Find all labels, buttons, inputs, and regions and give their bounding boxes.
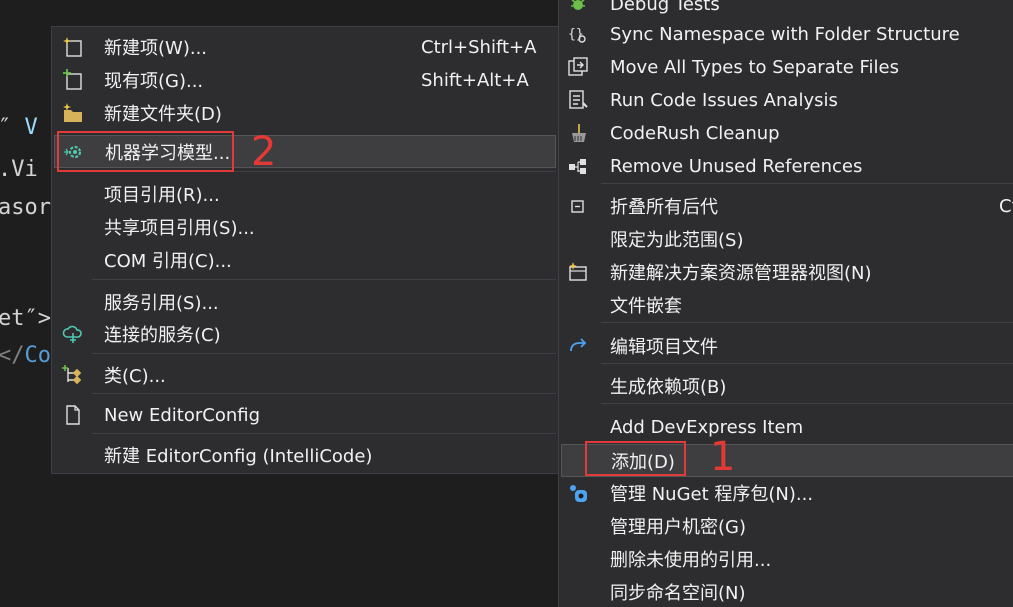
new-folder-icon — [62, 102, 84, 124]
submenu-item-com-reference[interactable]: COM 引用(C)... — [52, 245, 558, 275]
annotation-step-2: 2 — [251, 129, 277, 175]
menu-item-label: 生成依赖项(B) — [610, 377, 727, 398]
submenu-item-label: New EditorConfig — [104, 404, 261, 426]
submenu-item-service-reference[interactable]: 服务引用(S)... — [52, 287, 558, 317]
redo-arrow-icon — [567, 335, 589, 357]
screenshot-stage: ″ V .Vi asorl et″> </Co Debug Tests {} S… — [0, 0, 1013, 607]
menu-item-label: Sync Namespace with Folder Structure — [610, 23, 960, 45]
menu-item-label: 文件嵌套 — [610, 296, 682, 317]
menu-item-label: 编辑项目文件 — [610, 337, 718, 358]
menu-separator — [92, 353, 556, 354]
menu-item-add-devexpress-item[interactable]: Add DevExpress Item — [559, 412, 1013, 442]
menu-item-edit-project-file[interactable]: 编辑项目文件 — [559, 331, 1013, 361]
bug-icon — [567, 0, 589, 15]
menu-item-manage-user-secrets[interactable]: 管理用户机密(G) — [559, 511, 1013, 541]
existing-item-icon — [62, 69, 84, 91]
menu-item-label: 管理 NuGet 程序包(N)... — [610, 484, 814, 505]
submenu-item-label: COM 引用(C)... — [104, 251, 232, 272]
submenu-item-class[interactable]: 类(C)... — [52, 360, 558, 390]
new-item-icon — [62, 36, 84, 58]
menu-item-label: 折叠所有后代 — [610, 197, 718, 218]
menu-item-label: 新建解决方案资源管理器视图(N) — [610, 263, 872, 284]
submenu-item-new-item[interactable]: 新建项(W)... Ctrl+Shift+A — [52, 32, 558, 62]
menu-item-label: 删除未使用的引用... — [610, 550, 772, 571]
annotation-step-1: 1 — [710, 434, 736, 480]
submenu-item-new-editorconfig-intellicode[interactable]: 新建 EditorConfig (IntelliCode) — [52, 440, 558, 470]
submenu-item-shortcut: Shift+Alt+A — [421, 69, 529, 91]
menu-item-label: Debug Tests — [610, 0, 720, 15]
menu-item-sync-namespace[interactable]: {} Sync Namespace with Folder Structure — [559, 19, 1013, 49]
submenu-item-label: 共享项目引用(S)... — [104, 218, 255, 239]
menu-item-label: Remove Unused References — [610, 155, 863, 177]
class-icon — [62, 364, 84, 386]
document-icon — [62, 404, 84, 426]
submenu-item-shortcut: Ctrl+Shift+A — [421, 36, 537, 58]
menu-item-remove-unused-references[interactable]: Remove Unused References — [559, 151, 1013, 181]
add-submenu: 新建项(W)... Ctrl+Shift+A 现有项(G)... Shift+A… — [51, 26, 559, 474]
remove-references-icon — [567, 155, 589, 177]
menu-item-remove-unused-refs-cn[interactable]: 删除未使用的引用... — [559, 544, 1013, 574]
annotation-box-add — [585, 441, 686, 476]
menu-item-label: Add DevExpress Item — [610, 416, 804, 438]
submenu-item-label: 服务引用(S)... — [104, 293, 219, 314]
menu-item-label: Move All Types to Separate Files — [610, 56, 900, 78]
code-line-4: et″> — [0, 306, 51, 331]
code-line-5: </Co — [0, 343, 51, 368]
submenu-item-new-folder[interactable]: 新建文件夹(D) — [52, 98, 558, 128]
submenu-item-new-editorconfig[interactable]: New EditorConfig — [52, 400, 558, 430]
menu-separator — [92, 279, 556, 280]
menu-separator — [601, 183, 1013, 184]
menu-item-manage-nuget[interactable]: 管理 NuGet 程序包(N)... — [559, 478, 1013, 508]
menu-item-shortcut: Ct — [999, 195, 1013, 217]
collapse-icon — [567, 195, 589, 217]
menu-item-label: 同步命名空间(N) — [610, 583, 746, 604]
submenu-item-shared-project-reference[interactable]: 共享项目引用(S)... — [52, 212, 558, 242]
submenu-item-label: 项目引用(R)... — [104, 185, 220, 206]
menu-separator — [601, 363, 1013, 364]
submenu-item-label: 新建 EditorConfig (IntelliCode) — [104, 446, 373, 467]
submenu-item-project-reference[interactable]: 项目引用(R)... — [52, 179, 558, 209]
menu-separator — [601, 322, 1013, 323]
menu-item-build-dependencies[interactable]: 生成依赖项(B) — [559, 371, 1013, 401]
menu-separator — [92, 433, 556, 434]
namespace-icon: {} — [567, 23, 589, 45]
menu-item-label: CodeRush Cleanup — [610, 122, 780, 144]
menu-item-coderush-cleanup[interactable]: CodeRush Cleanup — [559, 118, 1013, 148]
submenu-item-label: 新建文件夹(D) — [104, 104, 222, 125]
menu-separator — [92, 393, 556, 394]
submenu-item-label: 类(C)... — [104, 366, 166, 387]
nuget-icon — [567, 482, 589, 504]
menu-item-sync-namespaces[interactable]: 同步命名空间(N) — [559, 577, 1013, 607]
broom-icon — [567, 122, 589, 144]
svg-text:{}: {} — [568, 27, 584, 42]
connected-service-icon — [62, 323, 84, 345]
code-analysis-icon — [567, 89, 589, 111]
menu-item-label: 限定为此范围(S) — [610, 230, 744, 251]
menu-item-label: 管理用户机密(G) — [610, 517, 746, 538]
submenu-item-label: 新建项(W)... — [104, 38, 208, 59]
menu-item-debug-tests[interactable]: Debug Tests — [559, 0, 1013, 19]
menu-item-new-solution-explorer-view[interactable]: 新建解决方案资源管理器视图(N) — [559, 257, 1013, 287]
menu-item-move-types[interactable]: Move All Types to Separate Files — [559, 52, 1013, 82]
code-line-2: .Vi — [0, 157, 38, 182]
code-line-1: ″ V — [0, 115, 38, 140]
submenu-item-label: 连接的服务(C) — [104, 325, 221, 346]
move-types-icon — [567, 56, 589, 78]
new-view-icon — [567, 261, 589, 283]
menu-item-collapse-descendants[interactable]: 折叠所有后代 Ct — [559, 191, 1013, 221]
submenu-item-label: 现有项(G)... — [104, 71, 204, 92]
menu-item-scope-to-this[interactable]: 限定为此范围(S) — [559, 224, 1013, 254]
submenu-item-connected-service[interactable]: 连接的服务(C) — [52, 319, 558, 349]
menu-item-label: Run Code Issues Analysis — [610, 89, 838, 111]
menu-item-code-issues[interactable]: Run Code Issues Analysis — [559, 85, 1013, 115]
menu-separator — [601, 403, 1013, 404]
menu-item-file-nesting[interactable]: 文件嵌套 — [559, 290, 1013, 320]
submenu-item-existing-item[interactable]: 现有项(G)... Shift+Alt+A — [52, 65, 558, 95]
solution-context-menu: Debug Tests {} Sync Namespace with Folde… — [558, 0, 1013, 607]
annotation-box-ml-model — [57, 131, 234, 172]
